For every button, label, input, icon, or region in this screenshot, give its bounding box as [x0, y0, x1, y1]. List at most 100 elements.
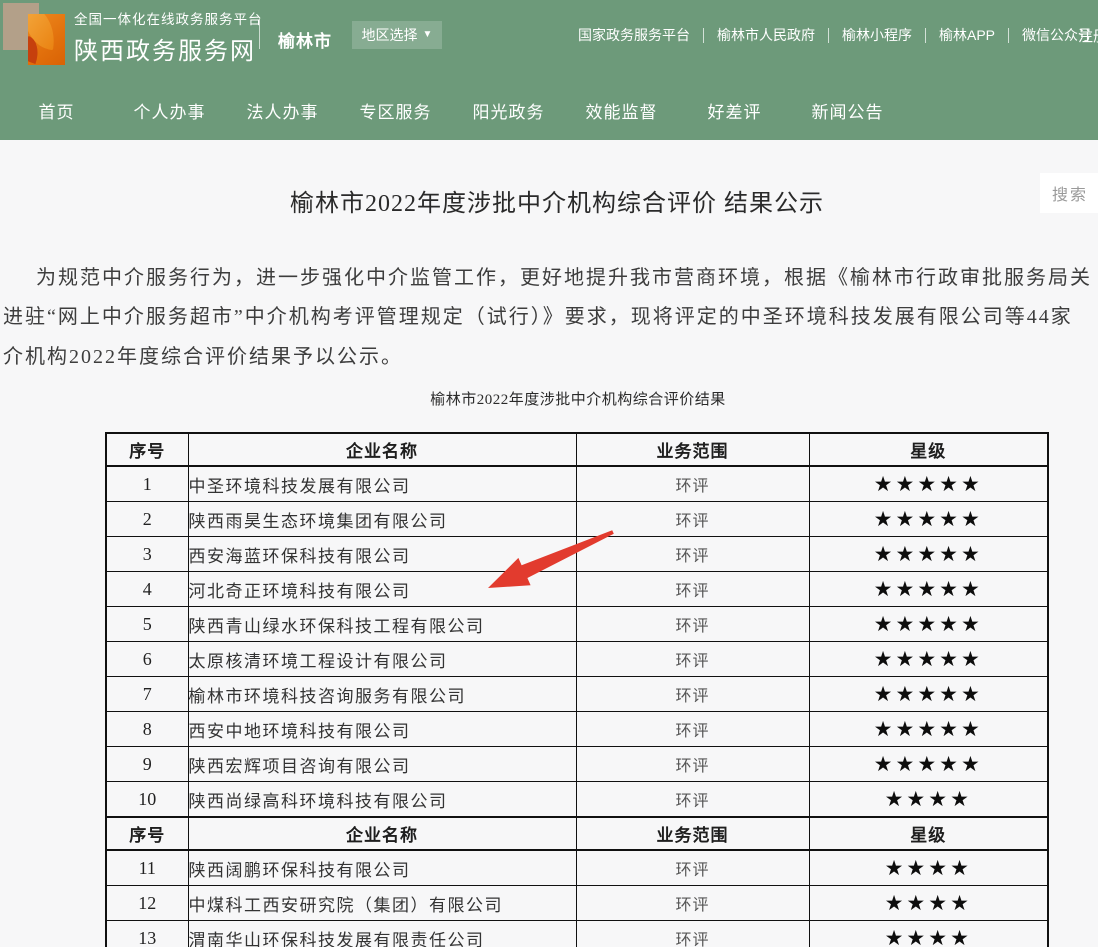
link-separator — [828, 28, 829, 43]
page-title: 榆林市2022年度涉批中介机构综合评价 结果公示 — [0, 183, 1098, 218]
link-mini-program[interactable]: 榆林小程序 — [842, 25, 912, 45]
nav-item-personal[interactable]: 个人办事 — [113, 80, 226, 140]
site-name: 陕西政务服务网 — [74, 31, 263, 66]
nav-item-corporate[interactable]: 法人办事 — [226, 80, 339, 140]
cell-star-rating: ★★★★★ — [809, 747, 1048, 782]
region-selector-button[interactable]: 地区选择 ▼ — [352, 21, 442, 49]
cell-star-rating: ★★★★ — [809, 850, 1048, 886]
header-col-company-name: 企业名称 — [188, 433, 576, 466]
cell-star-rating: ★★★★ — [809, 886, 1048, 921]
brand-divider — [259, 19, 260, 49]
cell-business-scope: 环评 — [576, 747, 809, 782]
header-col-star-rating: 星级 — [809, 817, 1048, 850]
red-arrow-shape — [488, 530, 614, 588]
cell-business-scope: 环评 — [576, 921, 809, 947]
cell-company-name: 中圣环境科技发展有限公司 — [188, 466, 576, 502]
region-selector-label: 地区选择 — [362, 25, 418, 45]
cell-serial-number: 7 — [106, 677, 188, 712]
cell-company-name: 中煤科工西安研究院（集团）有限公司 — [188, 886, 576, 921]
cell-serial-number: 2 — [106, 502, 188, 537]
link-separator — [1008, 28, 1009, 43]
header-col-no: 序号 — [106, 433, 188, 466]
cell-business-scope: 环评 — [576, 607, 809, 642]
cell-company-name: 太原核清环境工程设计有限公司 — [188, 642, 576, 677]
nav-item-home[interactable]: 首页 — [0, 80, 113, 140]
cell-star-rating: ★★★★★ — [809, 466, 1048, 502]
register-link[interactable]: 注册 — [1078, 25, 1098, 46]
cell-star-rating: ★★★★★ — [809, 572, 1048, 607]
table-row: 11陕西阔鹏环保科技有限公司环评★★★★ — [106, 850, 1048, 886]
header-links: 国家政务服务平台 榆林市人民政府 榆林小程序 榆林APP 微信公众号 — [578, 25, 1092, 45]
table-header-row: 序号企业名称业务范围星级 — [106, 817, 1048, 850]
cell-serial-number: 3 — [106, 537, 188, 572]
cell-serial-number: 4 — [106, 572, 188, 607]
cell-serial-number: 11 — [106, 850, 188, 886]
cell-company-name: 陕西宏辉项目咨询有限公司 — [188, 747, 576, 782]
cell-star-rating: ★★★★★ — [809, 537, 1048, 572]
cell-serial-number: 9 — [106, 747, 188, 782]
nav-item-rating[interactable]: 好差评 — [678, 80, 791, 140]
table-header-row: 序号企业名称业务范围星级 — [106, 433, 1048, 466]
cell-business-scope: 环评 — [576, 782, 809, 818]
cell-company-name: 陕西青山绿水环保科技工程有限公司 — [188, 607, 576, 642]
table-row: 8西安中地环境科技有限公司环评★★★★★ — [106, 712, 1048, 747]
nav-item-news[interactable]: 新闻公告 — [791, 80, 904, 140]
cell-business-scope: 环评 — [576, 886, 809, 921]
nav-item-zone[interactable]: 专区服务 — [339, 80, 452, 140]
cell-serial-number: 5 — [106, 607, 188, 642]
site-header: 全国一体化在线政务服务平台 陕西政务服务网 榆林市 地区选择 ▼ 国家政务服务平… — [0, 0, 1098, 80]
table-row: 5陕西青山绿水环保科技工程有限公司环评★★★★★ — [106, 607, 1048, 642]
cell-company-name: 西安中地环境科技有限公司 — [188, 712, 576, 747]
link-separator — [703, 28, 704, 43]
cell-company-name: 渭南华山环保科技发展有限责任公司 — [188, 921, 576, 947]
header-col-business-scope: 业务范围 — [576, 433, 809, 466]
header-col-business-scope: 业务范围 — [576, 817, 809, 850]
cell-serial-number: 1 — [106, 466, 188, 502]
table-row: 1中圣环境科技发展有限公司环评★★★★★ — [106, 466, 1048, 502]
logo-orange-square — [28, 14, 65, 65]
nav-item-supervision[interactable]: 效能监督 — [565, 80, 678, 140]
nav-list: 首页 个人办事 法人办事 专区服务 阳光政务 效能监督 好差评 新闻公告 — [0, 80, 904, 140]
cell-serial-number: 13 — [106, 921, 188, 947]
table-caption: 榆林市2022年度涉批中介机构综合评价结果 — [0, 388, 1098, 409]
cell-star-rating: ★★★★★ — [809, 642, 1048, 677]
table-row: 10陕西尚绿高科环境科技有限公司环评★★★★ — [106, 782, 1048, 818]
red-arrow-annotation — [468, 524, 618, 599]
paragraph-line-3: 介机构2022年度综合评价结果予以公示。 — [3, 340, 403, 369]
cell-business-scope: 环评 — [576, 850, 809, 886]
header-col-company-name: 企业名称 — [188, 817, 576, 850]
table-row: 6太原核清环境工程设计有限公司环评★★★★★ — [106, 642, 1048, 677]
brand-block: 全国一体化在线政务服务平台 陕西政务服务网 — [74, 8, 263, 66]
nav-item-transparent[interactable]: 阳光政务 — [452, 80, 565, 140]
current-city-label: 榆林市 — [278, 27, 332, 52]
cell-business-scope: 环评 — [576, 712, 809, 747]
table-row: 12中煤科工西安研究院（集团）有限公司环评★★★★ — [106, 886, 1048, 921]
cell-business-scope: 环评 — [576, 677, 809, 712]
link-separator — [925, 28, 926, 43]
chevron-down-icon: ▼ — [423, 30, 433, 40]
cell-star-rating: ★★★★ — [809, 921, 1048, 947]
cell-serial-number: 6 — [106, 642, 188, 677]
cell-serial-number: 12 — [106, 886, 188, 921]
link-national-platform[interactable]: 国家政务服务平台 — [578, 25, 690, 45]
platform-tagline: 全国一体化在线政务服务平台 — [74, 8, 263, 28]
evaluation-results-table: 序号企业名称业务范围星级1中圣环境科技发展有限公司环评★★★★★2陕西雨昊生态环… — [105, 432, 1049, 947]
page-viewport: 全国一体化在线政务服务平台 陕西政务服务网 榆林市 地区选择 ▼ 国家政务服务平… — [0, 0, 1098, 947]
table-row: 9陕西宏辉项目咨询有限公司环评★★★★★ — [106, 747, 1048, 782]
link-yulin-app[interactable]: 榆林APP — [939, 25, 995, 45]
cell-serial-number: 10 — [106, 782, 188, 818]
cell-star-rating: ★★★★★ — [809, 712, 1048, 747]
link-city-government[interactable]: 榆林市人民政府 — [717, 25, 815, 45]
paragraph-line-2: 进驻“网上中介服务超市”中介机构考评管理规定（试行）》要求，现将评定的中圣环境科… — [3, 300, 1073, 329]
paragraph-line-1: 为规范中介服务行为，进一步强化中介监管工作，更好地提升我市营商环境，根据《榆林市… — [36, 261, 1092, 290]
cell-star-rating: ★★★★★ — [809, 502, 1048, 537]
table-row: 7榆林市环境科技咨询服务有限公司环评★★★★★ — [106, 677, 1048, 712]
cell-serial-number: 8 — [106, 712, 188, 747]
site-logo[interactable] — [3, 3, 65, 65]
cell-company-name: 榆林市环境科技咨询服务有限公司 — [188, 677, 576, 712]
cell-business-scope: 环评 — [576, 642, 809, 677]
cell-business-scope: 环评 — [576, 466, 809, 502]
header-col-no: 序号 — [106, 817, 188, 850]
table-row: 13渭南华山环保科技发展有限责任公司环评★★★★ — [106, 921, 1048, 947]
main-nav: 首页 个人办事 法人办事 专区服务 阳光政务 效能监督 好差评 新闻公告 搜索 — [0, 80, 1098, 140]
